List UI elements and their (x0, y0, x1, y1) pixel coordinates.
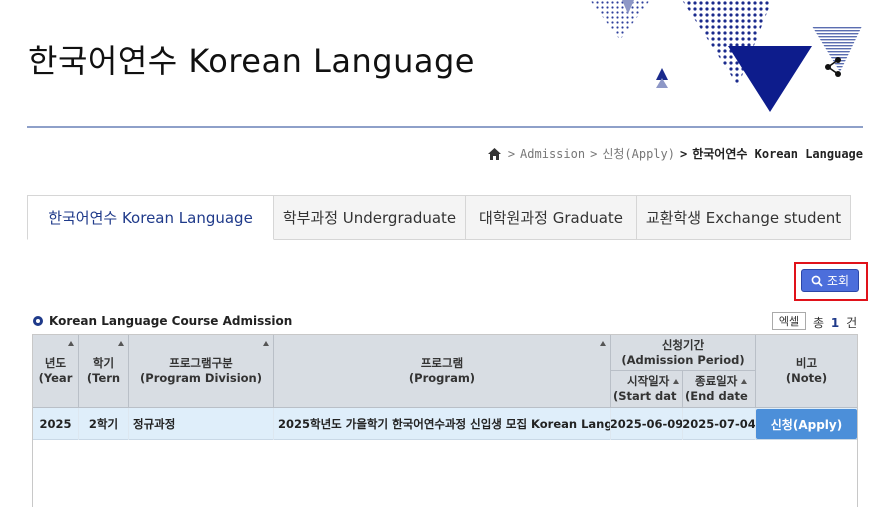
apply-button[interactable]: 신청(Apply) (756, 409, 857, 439)
cell-division: 정규과정 (129, 408, 274, 440)
home-icon[interactable] (487, 147, 501, 160)
breadcrumb-current: 한국어연수 Korean Language (692, 147, 863, 161)
breadcrumb-separator: > (507, 146, 516, 161)
program-tabs: 한국어연수 Korean Language 학부과정 Undergraduate… (27, 195, 851, 240)
column-header-division[interactable]: 프로그램구분 (Program Division) (129, 335, 274, 408)
section-title: Korean Language Course Admission (33, 314, 292, 328)
search-button[interactable]: 조회 (801, 269, 859, 292)
sort-icon (68, 341, 74, 346)
result-count: 총 1 건 (813, 314, 857, 331)
search-icon (811, 275, 823, 287)
sort-icon (600, 341, 606, 346)
breadcrumb-separator: > (590, 146, 598, 161)
cell-program[interactable]: 2025학년도 가을학기 한국어연수과정 신입생 모집 Korean Langu… (274, 408, 611, 440)
breadcrumb-item-admission[interactable]: Admission (520, 147, 585, 161)
tab-exchange-student[interactable]: 교환학생 Exchange student (637, 195, 851, 240)
breadcrumb: > Admission > 신청(Apply) > 한국어연수 Korean L… (487, 145, 863, 162)
sort-icon (118, 341, 124, 346)
tab-graduate[interactable]: 대학원과정 Graduate (466, 195, 637, 240)
breadcrumb-separator: > (679, 146, 688, 161)
column-header-period: 신청기간 (Admission Period) (611, 335, 756, 371)
sort-icon (673, 379, 680, 384)
admission-table: 년도 (Year 학기 (Tern 프로그램구분 (Program Divisi… (32, 334, 858, 507)
column-header-program[interactable]: 프로그램 (Program) (274, 335, 611, 408)
column-header-term[interactable]: 학기 (Tern (79, 335, 129, 408)
count-prefix: 총 (813, 316, 825, 330)
column-header-start-date[interactable]: 시작일자 (Start dat (611, 371, 683, 408)
search-button-label: 조회 (826, 274, 850, 288)
sort-icon (741, 379, 748, 384)
bullet-icon (33, 316, 43, 326)
breadcrumb-item-apply[interactable]: 신청(Apply) (602, 145, 675, 162)
cell-end-date: 2025-07-04 (683, 408, 756, 440)
column-header-note: 비고 (Note) (756, 335, 857, 408)
count-suffix: 건 (846, 316, 858, 330)
tab-undergraduate[interactable]: 학부과정 Undergraduate (274, 195, 466, 240)
cell-start-date: 2025-06-09 (611, 408, 683, 440)
section-title-text: Korean Language Course Admission (49, 314, 293, 328)
title-divider (27, 126, 863, 128)
excel-export-button[interactable]: 엑셀 (772, 312, 806, 330)
sort-icon (263, 341, 269, 346)
column-header-end-date[interactable]: 종료일자 (End date (683, 371, 756, 408)
share-icon[interactable] (822, 56, 844, 78)
page-title: 한국어연수 Korean Language (28, 42, 475, 80)
tab-korean-language[interactable]: 한국어연수 Korean Language (27, 195, 274, 240)
cell-term: 2학기 (79, 408, 129, 440)
column-header-year[interactable]: 년도 (Year (33, 335, 79, 408)
count-value: 1 (830, 316, 840, 330)
table-row[interactable]: 2025 2학기 정규과정 2025학년도 가을학기 한국어연수과정 신입생 모… (33, 408, 857, 440)
cell-year: 2025 (33, 408, 79, 440)
